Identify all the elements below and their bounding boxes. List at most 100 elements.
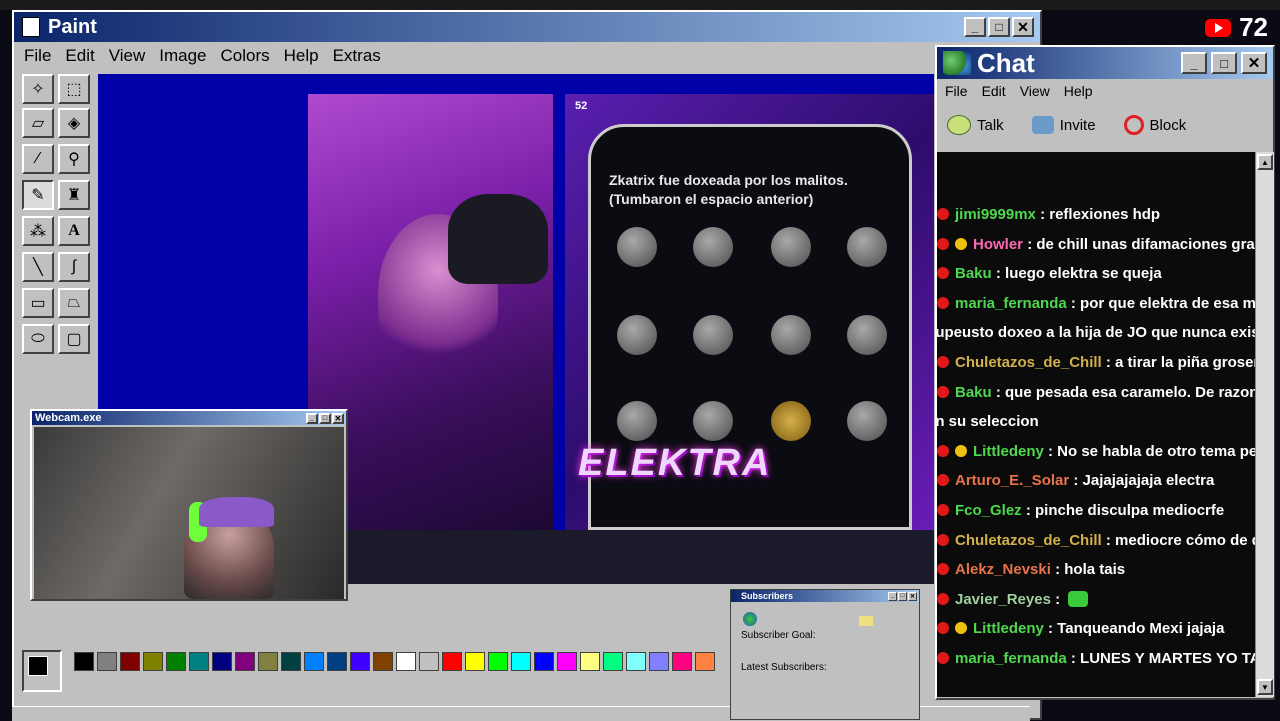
maximize-button[interactable]: □ (898, 591, 907, 601)
color-swatch[interactable] (327, 652, 347, 671)
color-swatch[interactable] (511, 652, 531, 671)
chat-text: : No se habla de otro tema pero a (1048, 442, 1255, 460)
color-swatch[interactable] (488, 652, 508, 671)
color-swatch[interactable] (672, 652, 692, 671)
chat-menu-view[interactable]: View (1020, 83, 1050, 99)
menu-file[interactable]: File (24, 46, 51, 66)
current-colors[interactable] (22, 650, 62, 692)
color-swatch[interactable] (580, 652, 600, 671)
color-swatch[interactable] (212, 652, 232, 671)
color-swatch[interactable] (419, 652, 439, 671)
chat-username[interactable]: Javier_Reyes (955, 591, 1055, 608)
rectangle-icon[interactable]: ▭ (22, 288, 54, 318)
menu-edit[interactable]: Edit (65, 46, 94, 66)
color-swatch[interactable] (189, 652, 209, 671)
chat-titlebar[interactable]: Chat _ □ ✕ (937, 47, 1273, 79)
color-swatch[interactable] (396, 652, 416, 671)
youtube-viewer-count: 72 (1205, 12, 1268, 43)
line-icon[interactable]: ╲ (22, 252, 54, 282)
fill-bucket-icon[interactable]: ◈ (58, 108, 90, 138)
block-button[interactable]: Block (1123, 115, 1186, 135)
maximize-button[interactable]: □ (319, 412, 331, 424)
eraser-icon[interactable]: ▱ (22, 108, 54, 138)
color-swatch[interactable] (235, 652, 255, 671)
color-swatch[interactable] (350, 652, 370, 671)
color-swatch[interactable] (557, 652, 577, 671)
invite-icon (1031, 116, 1054, 134)
scroll-up-icon[interactable]: ▲ (1257, 154, 1273, 170)
close-button[interactable]: ✕ (1241, 52, 1267, 74)
elektra-logo: ELEKTRA (578, 442, 772, 484)
color-swatch[interactable] (442, 652, 462, 671)
chat-menu-help[interactable]: Help (1064, 83, 1093, 99)
chat-username[interactable]: Alekz_Nevski (955, 561, 1055, 578)
chat-username[interactable]: Chuletazos_de_Chill (955, 532, 1106, 549)
color-swatch[interactable] (649, 652, 669, 671)
maximize-button[interactable]: □ (988, 17, 1010, 37)
text-icon[interactable]: A (58, 216, 90, 246)
airbrush-icon[interactable]: ⁂ (22, 216, 54, 246)
menu-view[interactable]: View (109, 46, 146, 66)
member-badge-icon (955, 237, 967, 250)
minimize-button[interactable]: _ (306, 412, 318, 424)
pencil-icon[interactable]: ✎ (22, 180, 54, 210)
color-swatch[interactable] (373, 652, 393, 671)
chat-menu-file[interactable]: File (945, 83, 968, 99)
chat-username[interactable]: jimi9999mx (955, 206, 1040, 223)
minimize-button[interactable]: _ (964, 17, 986, 37)
curve-icon[interactable]: ∫ (58, 252, 90, 282)
chat-scrollbar[interactable]: ▲ ▼ (1255, 152, 1274, 697)
rect-select-icon[interactable]: ⬚ (58, 74, 90, 104)
chat-menu-edit[interactable]: Edit (982, 83, 1006, 99)
close-button[interactable]: ✕ (332, 412, 344, 424)
brush-icon[interactable]: ♜ (58, 180, 90, 210)
minimize-button[interactable]: _ (888, 591, 897, 601)
color-swatch[interactable] (695, 652, 715, 671)
webcam-titlebar[interactable]: Webcam.exe _ □ ✕ (32, 411, 346, 425)
color-swatch[interactable] (74, 652, 94, 671)
minimize-button[interactable]: _ (1181, 52, 1207, 74)
menu-colors[interactable]: Colors (221, 46, 270, 66)
color-swatch[interactable] (258, 652, 278, 671)
chat-username[interactable]: maria_fernanda (955, 295, 1071, 312)
color-swatch[interactable] (603, 652, 623, 671)
phone-headline: Zkatrix fue doxeada por los malitos. (Tu… (609, 171, 899, 209)
invite-button[interactable]: Invite (1031, 116, 1096, 134)
color-swatch[interactable] (534, 652, 554, 671)
color-picker-icon[interactable]: ⁄ (22, 144, 54, 174)
chat-username[interactable]: Baku (955, 384, 996, 401)
color-swatch[interactable] (120, 652, 140, 671)
color-swatch[interactable] (143, 652, 163, 671)
color-swatch[interactable] (304, 652, 324, 671)
chat-username[interactable]: Littledeny (973, 443, 1048, 460)
color-swatch[interactable] (281, 652, 301, 671)
close-button[interactable]: ✕ (1012, 17, 1034, 37)
chat-username[interactable]: Arturo_E._Solar (955, 472, 1073, 489)
chat-username[interactable]: Littledeny (973, 620, 1048, 637)
maximize-button[interactable]: □ (1211, 52, 1237, 74)
magnifier-icon[interactable]: ⚲ (58, 144, 90, 174)
chat-username[interactable]: maria_fernanda (955, 650, 1071, 667)
color-swatch[interactable] (626, 652, 646, 671)
close-button[interactable]: ✕ (908, 591, 917, 601)
talk-icon (947, 115, 971, 135)
chat-username[interactable]: Howler (973, 236, 1027, 253)
color-swatch[interactable] (166, 652, 186, 671)
chat-username[interactable]: Fco_Glez (955, 502, 1026, 519)
rounded-rect-icon[interactable]: ▢ (58, 324, 90, 354)
free-select-icon[interactable]: ✧ (22, 74, 54, 104)
color-swatch[interactable] (465, 652, 485, 671)
talk-button[interactable]: Talk (947, 115, 1004, 135)
menu-extras[interactable]: Extras (333, 46, 381, 66)
color-swatch[interactable] (97, 652, 117, 671)
subscribers-titlebar[interactable]: Subscribers _ □ ✕ (731, 590, 919, 602)
menu-image[interactable]: Image (159, 46, 206, 66)
polygon-icon[interactable]: ⏢ (58, 288, 90, 318)
chat-username[interactable]: Chuletazos_de_Chill (955, 354, 1106, 371)
cat-plush (448, 194, 548, 284)
ellipse-icon[interactable]: ⬭ (22, 324, 54, 354)
paint-titlebar[interactable]: Paint _ □ ✕ (14, 12, 1040, 42)
chat-username[interactable]: Baku (955, 265, 996, 282)
menu-help[interactable]: Help (284, 46, 319, 66)
scroll-down-icon[interactable]: ▼ (1257, 679, 1273, 695)
